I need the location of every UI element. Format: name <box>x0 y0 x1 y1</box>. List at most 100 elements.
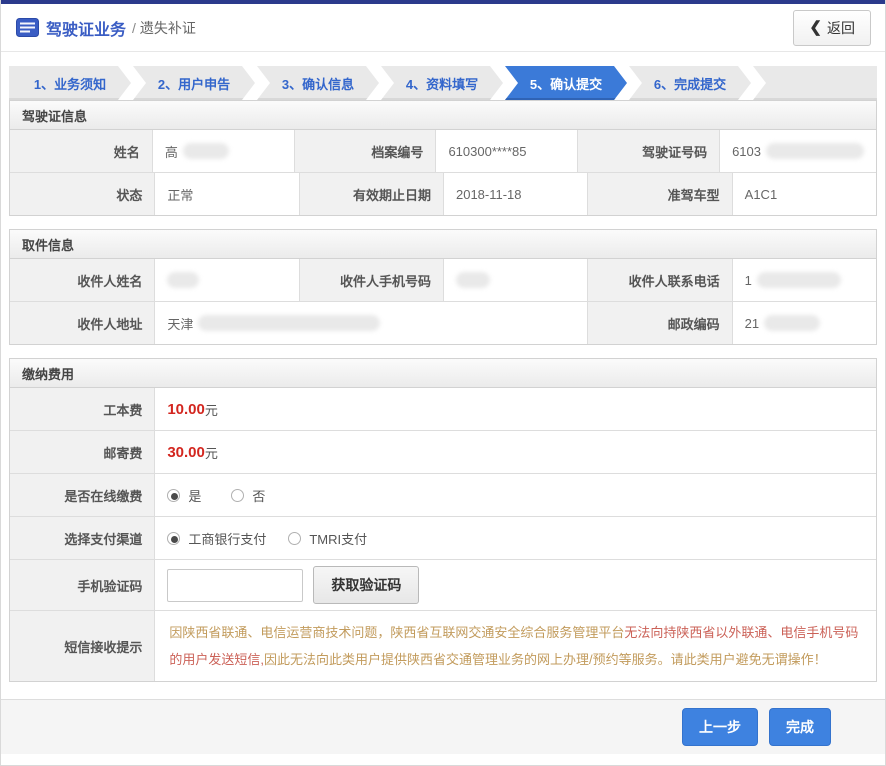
radio-online-no[interactable]: 否 <box>231 486 265 505</box>
value-text: 高 <box>165 142 178 161</box>
field-value-recipient-mobile <box>443 259 587 301</box>
back-chevron-icon: ❮ <box>809 20 822 35</box>
value-text: 21 <box>745 316 759 331</box>
step-tab-2[interactable]: 2、用户申告 <box>133 66 255 100</box>
page-header: 驾驶证业务 /遗失补证 ❮ 返回 <box>1 4 885 52</box>
value-text: 1 <box>745 273 752 288</box>
table-row: 收件人姓名 收件人手机号码 收件人联系电话 1 <box>10 259 876 301</box>
radio-label: 否 <box>252 486 265 505</box>
radio-label: 是 <box>188 486 201 505</box>
field-label-recipient-mobile: 收件人手机号码 <box>299 259 443 301</box>
value-text: 正常 <box>167 185 193 204</box>
radio-channel-icbc[interactable]: 工商银行支付 <box>167 529 266 548</box>
section-title-payment: 缴纳费用 <box>10 359 876 388</box>
step-tab-3[interactable]: 3、确认信息 <box>257 66 379 100</box>
pickup-info-section: 取件信息 收件人姓名 收件人手机号码 收件人联系电话 1 收件人地址 天津 邮政… <box>9 229 877 345</box>
table-row: 姓名 高 档案编号 610300****85 驾驶证号码 6103 <box>10 130 876 172</box>
redacted-blur <box>198 315 380 331</box>
step-label: 2、用户申告 <box>158 74 230 93</box>
table-row: 是否在线缴费 是 否 <box>10 473 876 516</box>
field-label-status: 状态 <box>10 173 154 215</box>
value-text: 天津 <box>167 314 193 333</box>
field-label-mailing-fee: 邮寄费 <box>10 431 154 473</box>
fee-unit: 元 <box>205 443 218 462</box>
step-tab-5[interactable]: 5、确认提交 <box>505 66 627 100</box>
field-value-production-fee: 10.00元 <box>154 388 876 430</box>
radio-icon <box>288 532 301 545</box>
table-row: 工本费 10.00元 <box>10 388 876 430</box>
section-title-license: 驾驶证信息 <box>10 101 876 130</box>
online-payment-options: 是 否 <box>154 474 876 516</box>
get-code-button[interactable]: 获取验证码 <box>313 566 419 604</box>
radio-icon <box>167 489 180 502</box>
field-label-sms-code: 手机验证码 <box>10 560 154 610</box>
field-label-payment-channel: 选择支付渠道 <box>10 517 154 559</box>
section-title-pickup: 取件信息 <box>10 230 876 259</box>
redacted-blur <box>456 272 490 288</box>
field-label-recipient-address: 收件人地址 <box>10 302 154 344</box>
redacted-blur <box>764 315 820 331</box>
bottom-strip <box>1 754 885 760</box>
field-value-name: 高 <box>152 130 294 172</box>
field-label-production-fee: 工本费 <box>10 388 154 430</box>
step-tab-4[interactable]: 4、资料填写 <box>381 66 503 100</box>
field-value-status: 正常 <box>154 173 298 215</box>
field-label-expiry: 有效期止日期 <box>299 173 443 215</box>
field-label-sms-notice: 短信接收提示 <box>10 611 154 681</box>
step-tab-1[interactable]: 1、业务须知 <box>9 66 131 100</box>
field-value-mailing-fee: 30.00元 <box>154 431 876 473</box>
license-info-section: 驾驶证信息 姓名 高 档案编号 610300****85 驾驶证号码 6103 … <box>9 100 877 216</box>
wizard-steps: 1、业务须知 2、用户申告 3、确认信息 4、资料填写 5、确认提交 6、完成提… <box>9 66 877 100</box>
table-row: 收件人地址 天津 邮政编码 21 <box>10 301 876 344</box>
field-value-license-no: 6103 <box>719 130 876 172</box>
radio-label: TMRI支付 <box>309 529 367 548</box>
step-label: 3、确认信息 <box>282 74 354 93</box>
payment-channel-options: 工商银行支付 TMRI支付 <box>154 517 876 559</box>
step-label: 4、资料填写 <box>406 74 478 93</box>
radio-icon <box>231 489 244 502</box>
radio-channel-tmri[interactable]: TMRI支付 <box>288 529 367 548</box>
step-tab-6[interactable]: 6、完成提交 <box>629 66 751 100</box>
redacted-blur <box>766 143 864 159</box>
breadcrumb-current: 遗失补证 <box>140 20 196 36</box>
footer-action-bar: 上一步 完成 <box>1 699 885 754</box>
value-text: 6103 <box>732 144 761 159</box>
redacted-blur <box>757 272 841 288</box>
field-value-vehicle-type: A1C1 <box>732 173 876 215</box>
notice-part-1: 因陕西省联通、电信运营商技术问题，陕西省互联网交通安全综合服务管理平台 <box>169 625 624 640</box>
redacted-blur <box>167 272 199 288</box>
field-value-recipient-address: 天津 <box>154 302 587 344</box>
fee-amount: 30.00 <box>167 444 205 461</box>
sms-code-input[interactable] <box>167 569 303 602</box>
field-label-recipient-phone: 收件人联系电话 <box>587 259 731 301</box>
fee-unit: 元 <box>205 400 218 419</box>
table-row: 状态 正常 有效期止日期 2018-11-18 准驾车型 A1C1 <box>10 172 876 215</box>
back-button-label: 返回 <box>827 18 855 38</box>
radio-icon <box>167 532 180 545</box>
radio-online-yes[interactable]: 是 <box>167 486 201 505</box>
field-value-file-no: 610300****85 <box>435 130 577 172</box>
value-text: A1C1 <box>745 187 778 202</box>
finish-button[interactable]: 完成 <box>769 708 831 746</box>
field-label-license-no: 驾驶证号码 <box>577 130 719 172</box>
field-label-recipient-name: 收件人姓名 <box>10 259 154 301</box>
license-form-icon <box>16 18 39 37</box>
table-row: 邮寄费 30.00元 <box>10 430 876 473</box>
step-label: 6、完成提交 <box>654 74 726 93</box>
payment-section: 缴纳费用 工本费 10.00元 邮寄费 30.00元 是否在线缴费 是 否 选择… <box>9 358 877 682</box>
field-label-postcode: 邮政编码 <box>587 302 731 344</box>
page-title: 驾驶证业务 <box>46 16 126 40</box>
radio-label: 工商银行支付 <box>188 529 266 548</box>
field-label-file-no: 档案编号 <box>294 130 436 172</box>
redacted-blur <box>183 143 229 159</box>
value-text: 610300****85 <box>448 144 526 159</box>
back-button[interactable]: ❮ 返回 <box>793 10 871 46</box>
step-label: 5、确认提交 <box>530 74 602 93</box>
sms-code-field: 获取验证码 <box>154 560 876 610</box>
field-value-recipient-phone: 1 <box>732 259 876 301</box>
field-value-expiry: 2018-11-18 <box>443 173 587 215</box>
breadcrumb-separator: / <box>132 20 136 36</box>
field-value-postcode: 21 <box>732 302 876 344</box>
table-row: 手机验证码 获取验证码 <box>10 559 876 610</box>
prev-step-button[interactable]: 上一步 <box>682 708 758 746</box>
